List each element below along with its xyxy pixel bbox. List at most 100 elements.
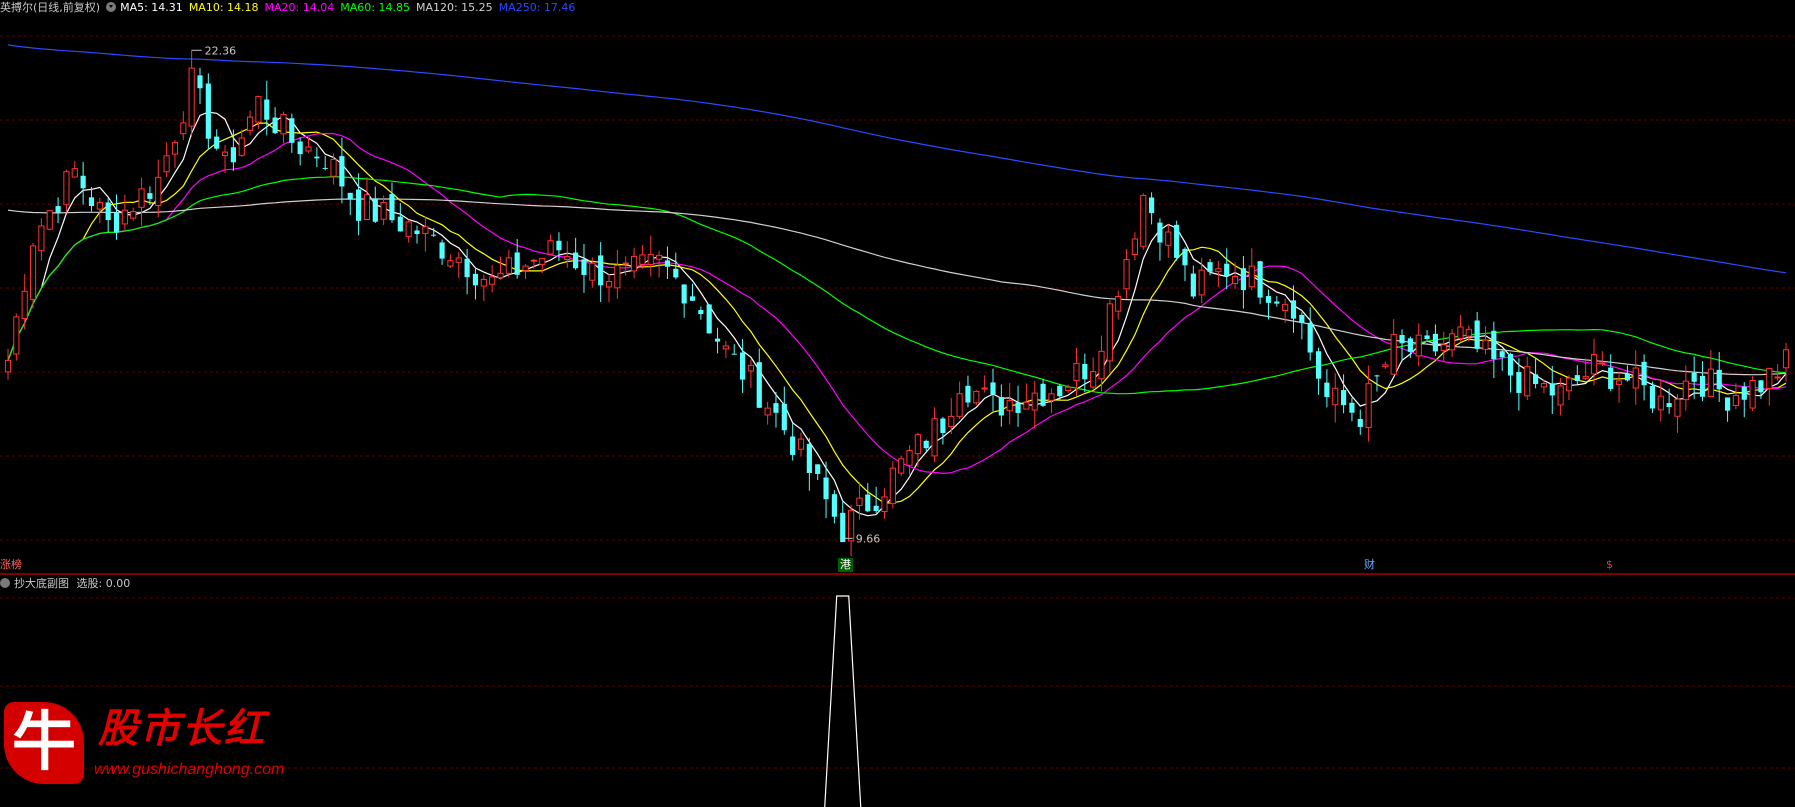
candle-up — [330, 158, 337, 177]
candle-up — [1140, 195, 1147, 247]
candle-down — [1507, 353, 1514, 376]
candle-up — [1006, 400, 1013, 412]
candle-up — [305, 146, 312, 152]
candle-up — [564, 255, 571, 261]
candle-down — [322, 167, 328, 169]
dollar-marker[interactable]: $ — [1606, 558, 1613, 572]
candle-up — [1023, 401, 1030, 410]
candle-up — [1749, 380, 1756, 409]
candle-up — [63, 171, 70, 206]
sub-panel-signal — [824, 595, 862, 807]
candle-up — [647, 253, 654, 265]
gang-marker[interactable]: 港 — [838, 558, 853, 572]
high-price-label: 22.36 — [205, 44, 237, 57]
candle-up — [1449, 333, 1456, 351]
candle-up — [605, 280, 613, 288]
candle-up — [622, 262, 629, 265]
candle-up — [1065, 386, 1072, 391]
dropdown-circle-icon[interactable] — [106, 2, 117, 12]
candle-up — [188, 67, 195, 127]
candle-down — [1624, 373, 1630, 381]
ma10-line — [7, 122, 1787, 504]
candle-down — [113, 212, 120, 233]
candle-up — [1090, 371, 1097, 388]
candle-up — [1682, 380, 1689, 401]
candle-down — [214, 136, 220, 149]
ma250-label: MA250: 17.46 — [498, 1, 576, 14]
candle-down — [1741, 386, 1747, 400]
candle-down — [1357, 418, 1363, 427]
candle-down — [1724, 397, 1731, 411]
candle-up — [1365, 383, 1372, 429]
candle-down — [472, 273, 479, 286]
candle-up — [1198, 269, 1205, 296]
candle-up — [1465, 328, 1472, 337]
candle-up — [138, 188, 145, 208]
candle-up — [1732, 395, 1740, 406]
candle-up — [1707, 368, 1714, 398]
candle-up — [46, 210, 53, 230]
candle-down — [1491, 330, 1497, 360]
candle-down — [1516, 372, 1522, 393]
candle-up — [4, 359, 12, 373]
candle-up — [246, 116, 254, 132]
candle-down — [1324, 382, 1330, 398]
candle-up — [380, 202, 387, 220]
candle-down — [264, 99, 270, 120]
candle-down — [289, 118, 295, 143]
ma250-line — [7, 44, 1787, 274]
candle-up — [1231, 275, 1239, 285]
stock-label[interactable]: 英搏尔(日线,前复权) — [0, 1, 100, 14]
candle-up — [630, 255, 638, 272]
candle-up — [163, 155, 170, 173]
candle-down — [1224, 263, 1230, 276]
candle-down — [1499, 351, 1505, 358]
candle-down — [1574, 375, 1580, 382]
candle-up — [1632, 367, 1639, 389]
candle-up — [522, 265, 529, 271]
sub-dropdown-circle-icon[interactable] — [0, 578, 10, 588]
candle-down — [80, 175, 86, 189]
candle-down — [105, 202, 111, 221]
candle-down — [1315, 351, 1322, 379]
candle-up — [1766, 367, 1773, 390]
logo-url: www.gushichanghong.com — [94, 761, 285, 778]
low-price-label: 9.66 — [856, 532, 881, 545]
cai-marker[interactable]: 财 — [1364, 558, 1375, 572]
candle-down — [1082, 363, 1088, 380]
candle-down — [1699, 375, 1706, 397]
candle-down — [1608, 367, 1614, 389]
candle-down — [339, 156, 345, 187]
candle-down — [731, 353, 737, 355]
candle-down — [556, 240, 562, 251]
sub-panel-legend: 抄大底副图 选股: 0.00 — [0, 576, 130, 592]
candle-down — [88, 197, 95, 207]
candle-up — [722, 345, 729, 350]
candle-up — [906, 450, 913, 466]
candle-up — [848, 509, 855, 542]
candle-down — [1174, 224, 1180, 258]
candle-down — [1265, 296, 1272, 303]
watermark-logo: 牛 股市长红 www.gushichanghong.com — [0, 700, 320, 790]
kline-chart[interactable]: 22.36 9.66 — [0, 0, 1795, 807]
chart-stage: 22.36 9.66 英搏尔(日线,前复权) MA5: 14.31 MA10: 14.… — [0, 0, 1795, 807]
candlesticks — [4, 50, 1790, 557]
candle-down — [739, 352, 746, 380]
candle-down — [1240, 268, 1247, 291]
candle-down — [1015, 402, 1021, 413]
candle-up — [1382, 364, 1389, 367]
candle-up — [1048, 393, 1055, 401]
candle-down — [1716, 369, 1722, 390]
candle-up — [1674, 398, 1681, 417]
candle-up — [1482, 339, 1489, 350]
sub-panel-title[interactable]: 抄大底副图 — [14, 577, 69, 590]
candle-up — [38, 225, 45, 252]
candle-down — [347, 192, 353, 199]
candle-up — [1590, 353, 1598, 375]
candle-down — [1207, 262, 1213, 272]
candle-down — [573, 252, 579, 269]
candle-up — [405, 221, 412, 237]
zt-marker[interactable]: 涨榜 — [0, 558, 22, 572]
candle-up — [447, 260, 454, 267]
candle-down — [756, 362, 762, 408]
